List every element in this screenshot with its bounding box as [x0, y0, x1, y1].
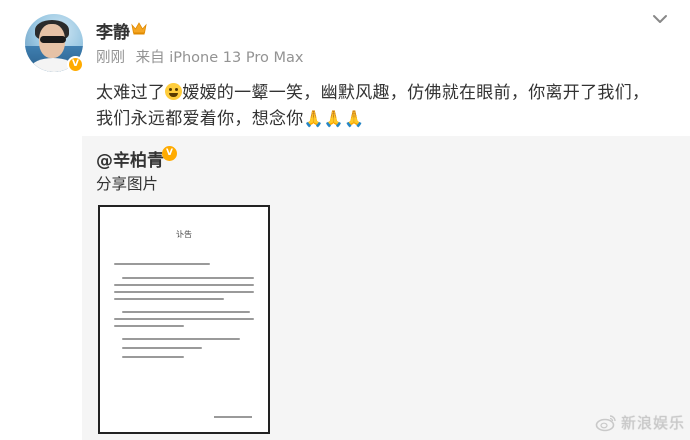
weibo-logo-icon — [595, 414, 616, 431]
post-text-part1: 太难过了 — [96, 83, 166, 103]
repost-author[interactable]: @辛柏青 — [96, 146, 164, 171]
post-source: 来自 iPhone 13 Pro Max — [135, 50, 304, 66]
obituary-title: 讣告 — [176, 230, 192, 239]
watermark: 新浪娱乐 — [595, 412, 685, 433]
obituary-image[interactable]: 讣告 — [98, 205, 270, 434]
sad-emoji-icon — [165, 83, 183, 100]
post-time: 刚刚 — [96, 50, 125, 66]
chevron-down-icon[interactable] — [652, 14, 668, 24]
username[interactable]: 李静 — [96, 18, 130, 43]
post-meta: 刚刚 来自 iPhone 13 Pro Max — [96, 46, 303, 67]
repost-verified-badge-icon: V — [162, 146, 177, 161]
repost-text: 分享图片 — [96, 175, 159, 193]
post-content: 太难过了 嫒嫒的一颦一笑，幽默风趣，仿佛就在眼前，你离开了我们，我们永远都爱着你，… — [96, 80, 666, 132]
weibo-post: V 李静 刚刚 来自 iPhone 13 Pro Max 太难过了 嫒嫒的一颦一笑… — [0, 0, 690, 440]
pray-emoji-icon: 🙏🙏🙏 — [303, 109, 365, 128]
crown-icon — [131, 22, 147, 35]
watermark-text: 新浪娱乐 — [621, 414, 686, 432]
verified-badge-icon: V — [67, 56, 84, 73]
repost-card[interactable]: @辛柏青 V 分享图片 讣告 — [82, 136, 690, 440]
